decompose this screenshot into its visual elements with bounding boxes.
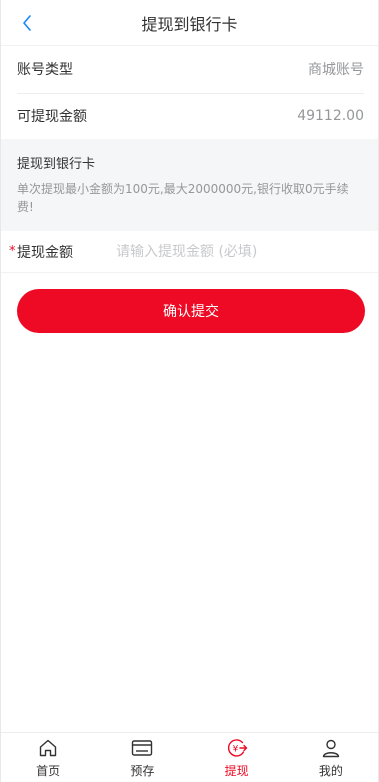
submit-button[interactable]: 确认提交 (17, 289, 365, 333)
home-icon (37, 737, 59, 759)
back-button[interactable] (15, 11, 39, 35)
account-type-label: 账号类型 (17, 62, 73, 78)
balance-value: 49112.00 (297, 108, 364, 124)
tab-withdraw[interactable]: ¥ 提现 (190, 733, 284, 782)
tab-label: 首页 (36, 763, 61, 778)
tab-label: 提现 (224, 763, 249, 778)
notice-title: 提现到银行卡 (17, 157, 96, 172)
page-title: 提现到银行卡 (141, 14, 238, 34)
tab-label: 我的 (318, 763, 343, 778)
account-type-value: 商城账号 (308, 62, 364, 78)
svg-text:¥: ¥ (232, 744, 238, 754)
amount-label: 提现金额 (17, 244, 73, 261)
withdraw-notice: 提现到银行卡 单次提现最小金额为100元,最大2000000元,银行收取0元手续… (1, 139, 378, 231)
tab-bar: 首页 预存 ¥ 提现 我的 (1, 732, 378, 782)
chevron-left-icon (23, 15, 31, 31)
tab-mine[interactable]: 我的 (284, 733, 378, 782)
wallet-icon (131, 737, 153, 759)
tab-home[interactable]: 首页 (1, 733, 95, 782)
tab-label: 预存 (130, 763, 155, 778)
required-mark: * (9, 244, 16, 259)
balance-row: 可提现金额 49112.00 (17, 93, 364, 139)
amount-input[interactable] (116, 243, 346, 260)
account-type-row: 账号类型 商城账号 (17, 46, 364, 92)
amount-field: * 提现金额 (1, 231, 378, 273)
balance-label: 可提现金额 (17, 109, 87, 125)
withdraw-icon: ¥ (226, 737, 248, 759)
notice-description: 单次提现最小金额为100元,最大2000000元,银行收取0元手续费! (17, 182, 349, 214)
tab-deposit[interactable]: 预存 (95, 733, 189, 782)
nav-bar: 提现到银行卡 (1, 0, 378, 46)
user-icon (320, 737, 342, 759)
